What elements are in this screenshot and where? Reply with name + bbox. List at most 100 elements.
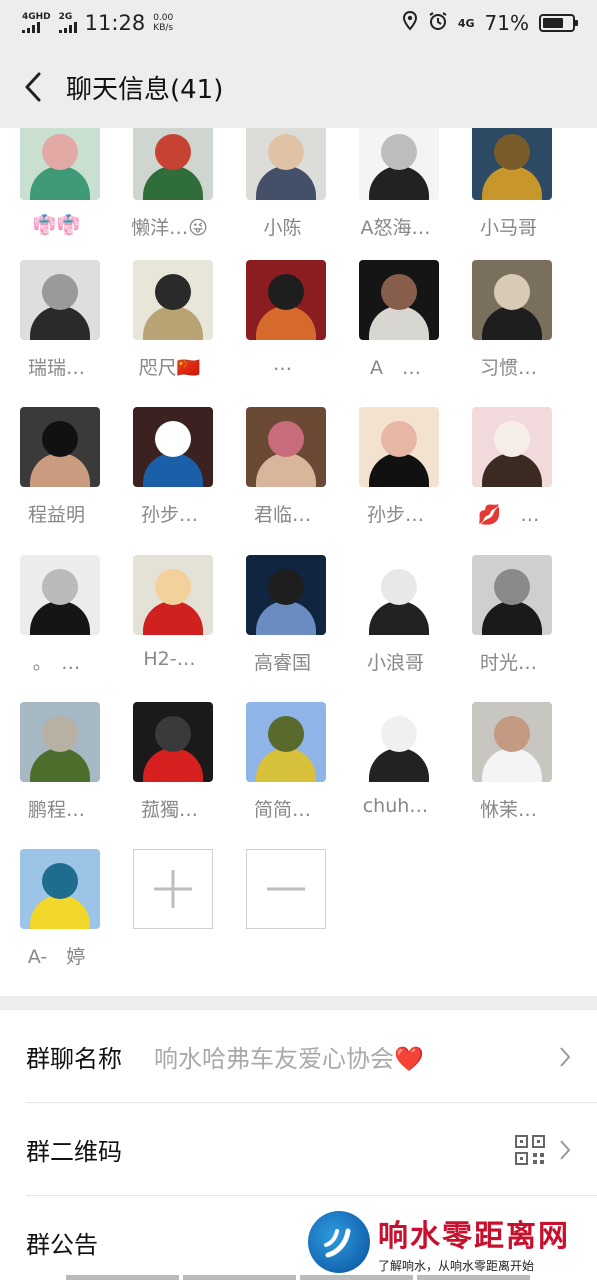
member-item[interactable]: 鹏程… [0,702,113,822]
member-avatar [246,555,326,635]
member-item[interactable]: A- 婷 [0,849,113,969]
minus-icon: − [246,849,326,929]
member-item[interactable]: 程益明 [0,407,113,527]
member-avatar [246,128,326,200]
member-item[interactable]: 习惯… [452,260,565,380]
member-avatar [133,128,213,200]
member-avatar [472,128,552,200]
member-avatar [472,702,552,782]
member-item[interactable]: 高睿国 [226,555,339,675]
sim2-label: 2G [58,12,73,22]
member-name: 咫尺🇨🇳 [138,357,201,379]
member-item[interactable]: 君临… [226,407,339,527]
member-avatar [246,407,326,487]
member-avatar [133,702,213,782]
page-title: 聊天信息(41) [66,74,224,105]
member-name: 君临… [253,504,311,526]
member-item[interactable]: 瑞瑞… [0,260,113,380]
member-name: 鹏程… [27,799,85,821]
member-avatar [20,128,100,200]
member-name: 时光… [479,652,537,674]
member-item[interactable]: A … [339,260,452,380]
watermark: 响水零距离网 了解响水，从响水零距离开始 [304,1204,597,1280]
back-button[interactable] [0,46,66,128]
member-name: 简简… [253,799,311,821]
member-item[interactable]: 。 … [0,555,113,675]
member-item[interactable]: chuh… [339,702,452,822]
qr-code-row[interactable]: 群二维码 [0,1103,597,1196]
member-item[interactable]: 小浪哥 [339,555,452,675]
member-name: 小马哥 [479,217,537,239]
member-name: 💋 … [477,504,540,526]
member-avatar [20,260,100,340]
network-speed: 0.00 KB/s [153,13,173,33]
back-arrow-icon [25,72,41,102]
member-item[interactable]: 菰獨… [113,702,226,822]
member-name: H2-… [143,648,196,670]
plus-icon-label: + [212,850,213,851]
battery-percent: 71% [484,11,529,35]
member-avatar [133,555,213,635]
member-item[interactable]: H2-… [113,555,226,675]
member-item[interactable]: 时光… [452,555,565,675]
member-name: 菰獨… [140,799,198,821]
member-avatar [133,407,213,487]
battery-fill [543,18,563,28]
member-avatar [20,555,100,635]
member-item[interactable]: 👘👘 [0,128,113,240]
member-avatar [246,260,326,340]
member-name: 懒洋…😜 [131,217,208,239]
group-name-row[interactable]: 群聊名称 响水哈弗车友爱心协会❤️ [0,1010,597,1103]
member-avatar [359,260,439,340]
group-name-label: 群聊名称 [26,1045,122,1073]
network-4g-icon: 4G [457,16,475,30]
member-name: 习惯… [479,357,537,379]
member-item[interactable]: … [226,260,339,380]
member-avatar [20,702,100,782]
member-name: 瑞瑞… [27,357,85,379]
member-item[interactable]: 简简… [226,702,339,822]
watermark-logo-icon [308,1211,370,1273]
chevron-right-icon [560,1139,571,1160]
alarm-icon [428,11,448,36]
bottom-indicator [66,1275,530,1280]
member-name: A怒海… [360,217,431,239]
qr-code-icon [515,1134,545,1165]
member-item[interactable]: 孙步… [113,407,226,527]
member-avatar [359,702,439,782]
member-name: 孙步… [366,504,424,526]
member-avatar [133,260,213,340]
add-member-button[interactable]: + [113,849,226,969]
member-name: A … [370,357,421,379]
member-avatar [472,407,552,487]
watermark-title: 响水零距离网 [378,1218,570,1254]
qr-code-label: 群二维码 [26,1138,122,1166]
speed-value: 0.00 [153,13,174,23]
remove-member-button[interactable]: − [226,849,339,969]
member-avatar [359,407,439,487]
member-name: 程益明 [27,504,85,526]
status-bar: 4GHD 2G 11:28 0.00 KB/s 4G 71% [0,0,597,46]
watermark-subtitle: 了解响水，从响水零距离开始 [378,1258,535,1273]
member-item[interactable]: 孙步… [339,407,452,527]
member-name: 。 … [32,652,81,674]
member-item[interactable]: 💋 … [452,407,565,527]
member-item[interactable]: 恘茉… [452,702,565,822]
group-name-value: 响水哈弗车友爱心协会❤️ [154,1045,424,1073]
members-grid: 👘👘 懒洋…😜 小陈 A怒海… 小马哥瑞瑞… 咫尺🇨🇳 … A … 习惯… 程益明 孙步… 君临… 孙步… [0,128,597,996]
member-item[interactable]: 懒洋…😜 [113,128,226,240]
location-icon [402,10,418,36]
member-item[interactable]: A怒海… [339,128,452,240]
member-item[interactable]: 咫尺🇨🇳 [113,260,226,380]
plus-icon: + [133,849,213,929]
member-name: 恘茉… [479,799,537,821]
member-item[interactable]: 小马哥 [452,128,565,240]
member-avatar [246,702,326,782]
sim1-signal-icon: 4GHD [22,13,51,33]
sim1-label: 4GHD [22,12,51,22]
speed-unit: KB/s [153,23,174,33]
member-item[interactable]: 小陈 [226,128,339,240]
sim2-signal-icon: 2G [58,12,77,33]
member-name: 小陈 [263,217,302,239]
clock: 11:28 [84,11,146,35]
